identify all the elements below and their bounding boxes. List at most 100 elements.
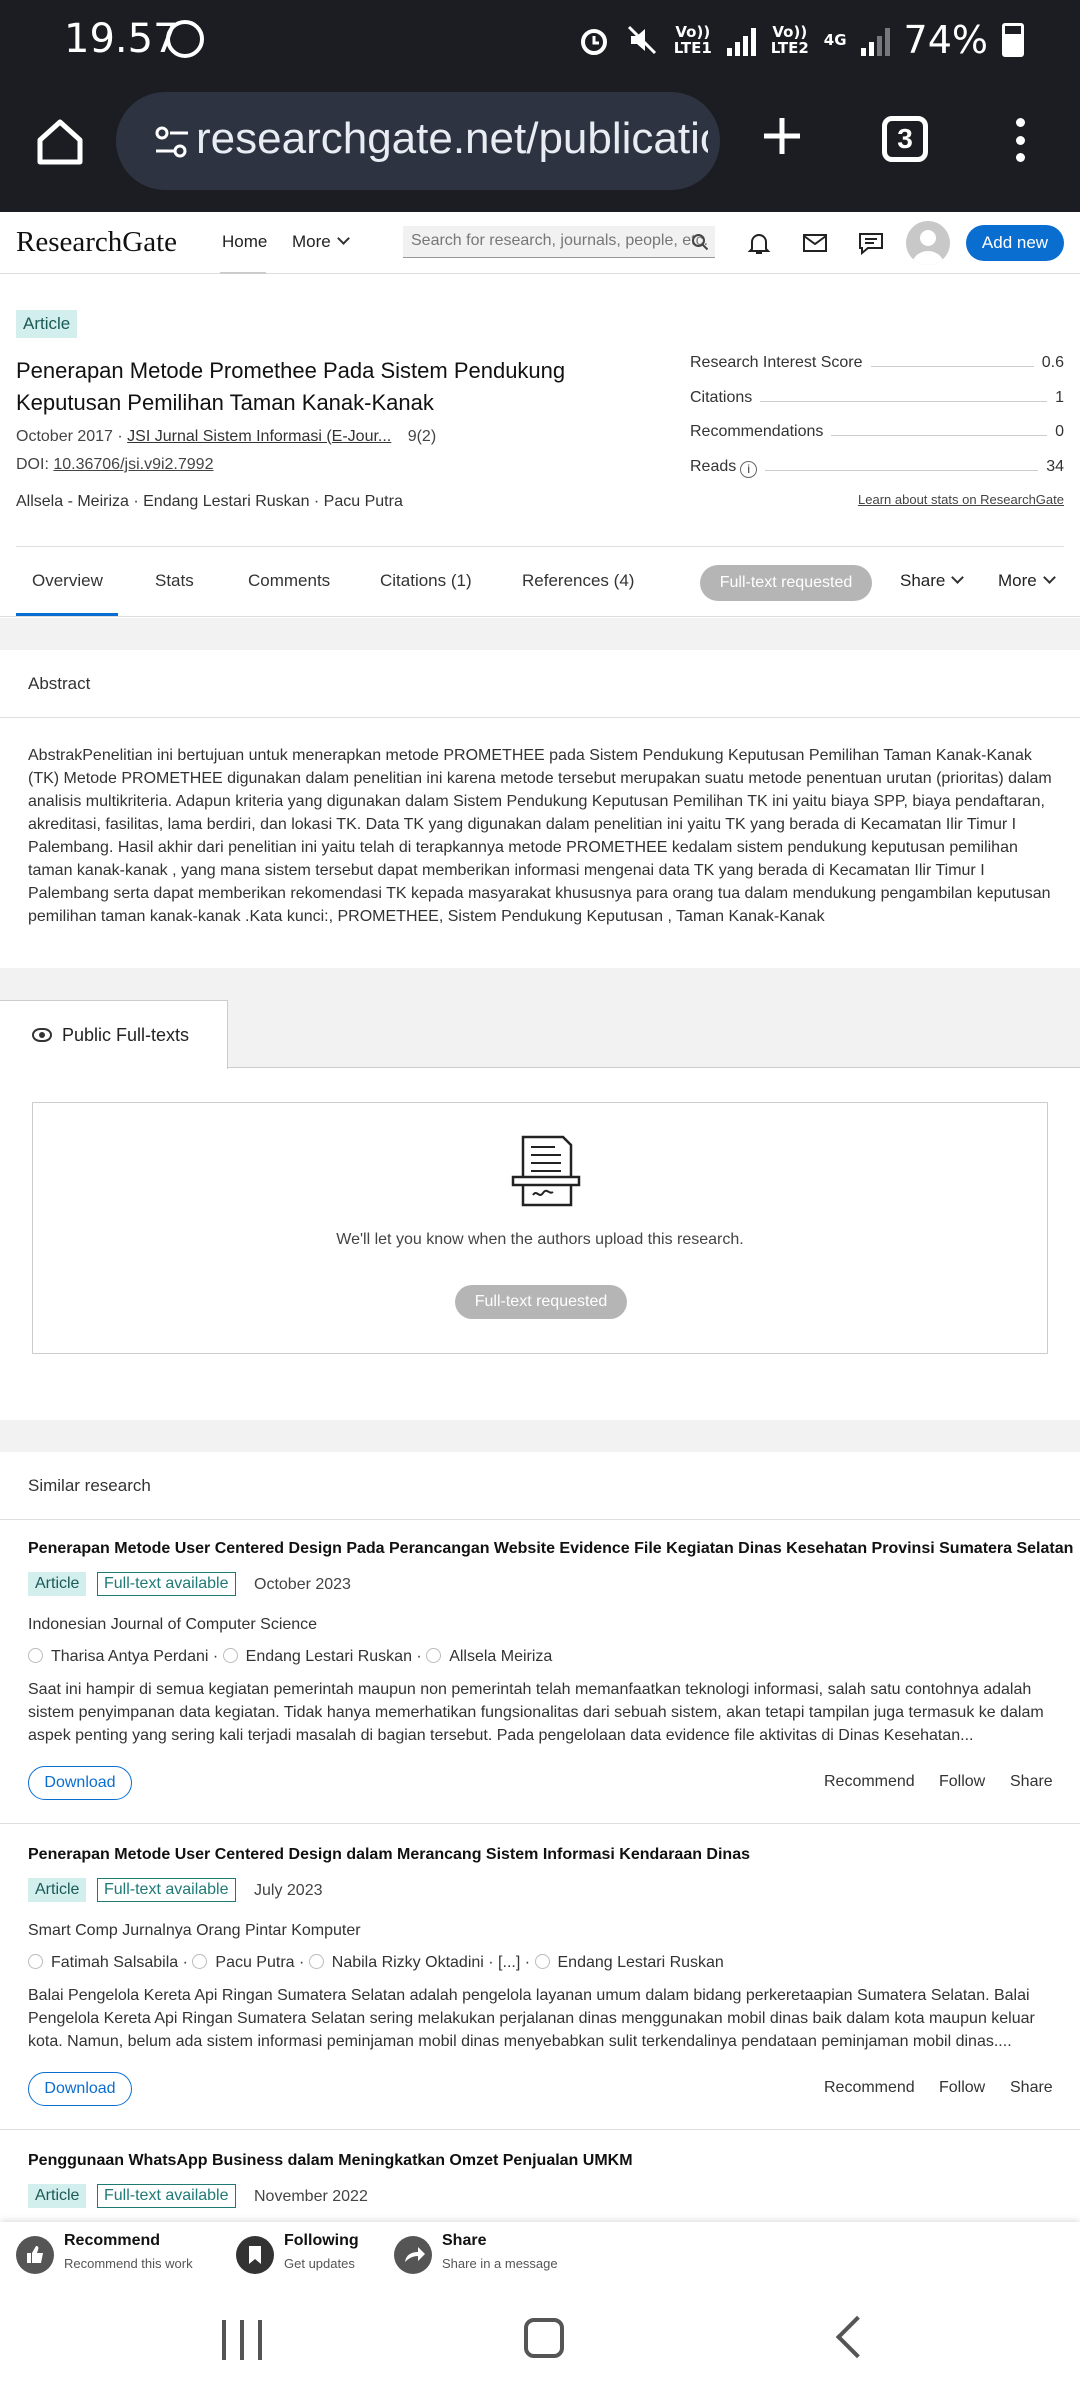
- author-name[interactable]: Allsela Meiriza: [449, 1648, 552, 1665]
- signal2-icon: [860, 24, 890, 56]
- more-menu[interactable]: More: [998, 571, 1056, 591]
- address-bar[interactable]: researchgate.net/publication: [116, 92, 720, 190]
- status-bar: 19.57 Vo)) LTE1 Vo)) LTE2 4G 74%: [0, 0, 1080, 80]
- similar-title[interactable]: Penggunaan WhatsApp Business dalam Menin…: [28, 2152, 633, 2170]
- author-name[interactable]: Fatimah Salsabila: [51, 1954, 178, 1971]
- share-link[interactable]: Share: [1010, 1773, 1053, 1791]
- author-avatar-icon: [308, 1954, 324, 1969]
- nav-home-underline: [220, 272, 266, 274]
- similar-authors: Fatimah Salsabila · Pacu Putra · Nabila …: [28, 1954, 724, 1972]
- article-title: Penerapan Metode Promethee Pada Sistem P…: [16, 358, 566, 415]
- stat-label: Citations: [690, 388, 761, 407]
- author-name[interactable]: Endang Lestari Ruskan: [246, 1648, 412, 1665]
- avatar[interactable]: [906, 221, 950, 265]
- thumbs-up-icon: [16, 2236, 54, 2274]
- fulltext-tabs: Public Full-texts: [0, 1000, 1080, 1069]
- fulltext-message: We'll let you know when the authors uplo…: [336, 1231, 744, 1248]
- tab-references[interactable]: References (4): [522, 571, 634, 591]
- tab-overview[interactable]: Overview: [32, 571, 103, 591]
- author-name[interactable]: Nabila Rizky Oktadini: [332, 1954, 484, 1971]
- fulltext-badge: Full-text available: [97, 1572, 236, 1596]
- fulltext-badge: Full-text available: [97, 2184, 236, 2208]
- bookmark-icon: [236, 2236, 274, 2274]
- researchgate-logo[interactable]: ResearchGate: [16, 226, 177, 259]
- status-time: 19.57: [64, 16, 179, 62]
- stat-row: Research Interest Score 0.6: [690, 352, 1064, 387]
- status-icons: Vo)) LTE1 Vo)) LTE2 4G 74%: [577, 18, 1024, 62]
- similar-date: November 2022: [254, 2188, 368, 2205]
- article-date: October 2017 ·: [16, 428, 128, 445]
- add-new-button[interactable]: Add new: [966, 225, 1064, 261]
- author-name[interactable]: Tharisa Antya Perdani: [51, 1648, 208, 1665]
- home-button-icon[interactable]: [524, 2318, 564, 2358]
- stat-row: Recommendations 0: [690, 421, 1064, 456]
- fulltext-requested-pill[interactable]: Full-text requested: [455, 1285, 627, 1319]
- author-avatar-icon: [192, 1954, 208, 1969]
- stat-value: 0: [1047, 423, 1064, 441]
- follow-link[interactable]: Follow: [939, 1773, 985, 1791]
- author-avatar-icon: [534, 1954, 550, 1969]
- browser-menu-icon[interactable]: [1010, 118, 1030, 162]
- tab-stats[interactable]: Stats: [155, 571, 194, 591]
- recommend-link[interactable]: Recommend: [824, 2079, 915, 2097]
- tab-citations[interactable]: Citations (1): [380, 571, 472, 591]
- follow-link[interactable]: Follow: [939, 2079, 985, 2097]
- journal-link[interactable]: JSI Jurnal Sistem Informasi (E-Jour...: [127, 428, 391, 445]
- fulltext-placeholder: We'll let you know when the authors uplo…: [32, 1102, 1048, 1354]
- similar-title[interactable]: Penerapan Metode User Centered Design da…: [28, 1846, 750, 1864]
- nav-home-link[interactable]: Home: [222, 232, 267, 252]
- list-item: Penggunaan WhatsApp Business dalam Menin…: [0, 2132, 1080, 2222]
- article-doi: DOI: 10.36706/jsi.v9i2.7992: [16, 456, 213, 474]
- site-settings-icon[interactable]: [152, 122, 192, 162]
- article-authors[interactable]: Allsela - Meiriza · Endang Lestari Ruska…: [16, 493, 403, 511]
- home-icon[interactable]: [34, 116, 86, 168]
- stat-value: 1: [1047, 388, 1064, 407]
- learn-stats-link[interactable]: Learn about stats on ResearchGate: [858, 492, 1064, 507]
- stat-label-reads: Reads i: [690, 457, 766, 478]
- search-icon[interactable]: [691, 233, 709, 251]
- following-sub: Get updates: [284, 2256, 355, 2271]
- recents-icon[interactable]: [222, 2320, 262, 2360]
- author-name[interactable]: Endang Lestari Ruskan: [558, 1954, 724, 1971]
- similar-journal[interactable]: Smart Comp Jurnalnya Orang Pintar Komput…: [28, 1922, 361, 1940]
- stat-label: Reads: [690, 457, 737, 475]
- sim1-label: Vo)) LTE1: [673, 23, 712, 57]
- more-authors[interactable]: [...]: [498, 1954, 520, 1971]
- type-badge: Article: [28, 1878, 87, 1902]
- recommend-link[interactable]: Recommend: [824, 1773, 915, 1791]
- mute-icon: [627, 25, 656, 55]
- new-tab-icon[interactable]: [762, 116, 802, 156]
- search-input[interactable]: Search for research, journals, people, e…: [403, 226, 715, 258]
- download-button[interactable]: Download: [28, 2072, 132, 2106]
- similar-journal[interactable]: Indonesian Journal of Computer Science: [28, 1616, 317, 1634]
- tab-public-fulltexts[interactable]: Public Full-texts: [0, 1000, 228, 1069]
- messages-icon[interactable]: [802, 231, 828, 255]
- tab-switcher-button[interactable]: 3: [882, 116, 928, 162]
- abstract-text: AbstrakPenelitian ini bertujuan untuk me…: [28, 747, 1052, 925]
- notifications-icon[interactable]: [746, 230, 772, 256]
- back-icon[interactable]: [835, 2315, 879, 2359]
- article-meta: October 2017 · JSI Jurnal Sistem Informa…: [16, 428, 436, 446]
- similar-title[interactable]: Penerapan Metode User Centered Design Pa…: [28, 1540, 1073, 1558]
- url-text[interactable]: researchgate.net/publication: [196, 114, 708, 164]
- site-header: ResearchGate Home More Search for resear…: [0, 212, 1080, 274]
- type-badge: Article: [28, 1572, 87, 1596]
- fulltext-requested-button[interactable]: Full-text requested: [700, 565, 872, 601]
- nav-more-menu[interactable]: More: [292, 232, 350, 252]
- share-menu[interactable]: Share: [900, 571, 965, 591]
- share-link[interactable]: Share: [1010, 2079, 1053, 2097]
- similar-date: October 2023: [254, 1576, 351, 1593]
- author-avatar-icon: [222, 1648, 238, 1663]
- chevron-down-icon: [951, 571, 965, 584]
- doi-link[interactable]: 10.36706/jsi.v9i2.7992: [53, 456, 213, 473]
- sim2-label: Vo)) LTE2: [770, 23, 809, 57]
- chat-icon[interactable]: [858, 231, 884, 255]
- similar-abstract: Balai Pengelola Kereta Api Ringan Sumate…: [28, 1987, 1035, 2050]
- share-label: Share: [900, 571, 946, 590]
- author-name[interactable]: Pacu Putra: [215, 1954, 294, 1971]
- download-button[interactable]: Download: [28, 1766, 132, 1800]
- info-icon[interactable]: i: [740, 460, 758, 478]
- tab-comments[interactable]: Comments: [248, 571, 330, 591]
- list-item: Penerapan Metode User Centered Design Pa…: [0, 1520, 1080, 1824]
- abstract-heading: Abstract: [28, 674, 91, 693]
